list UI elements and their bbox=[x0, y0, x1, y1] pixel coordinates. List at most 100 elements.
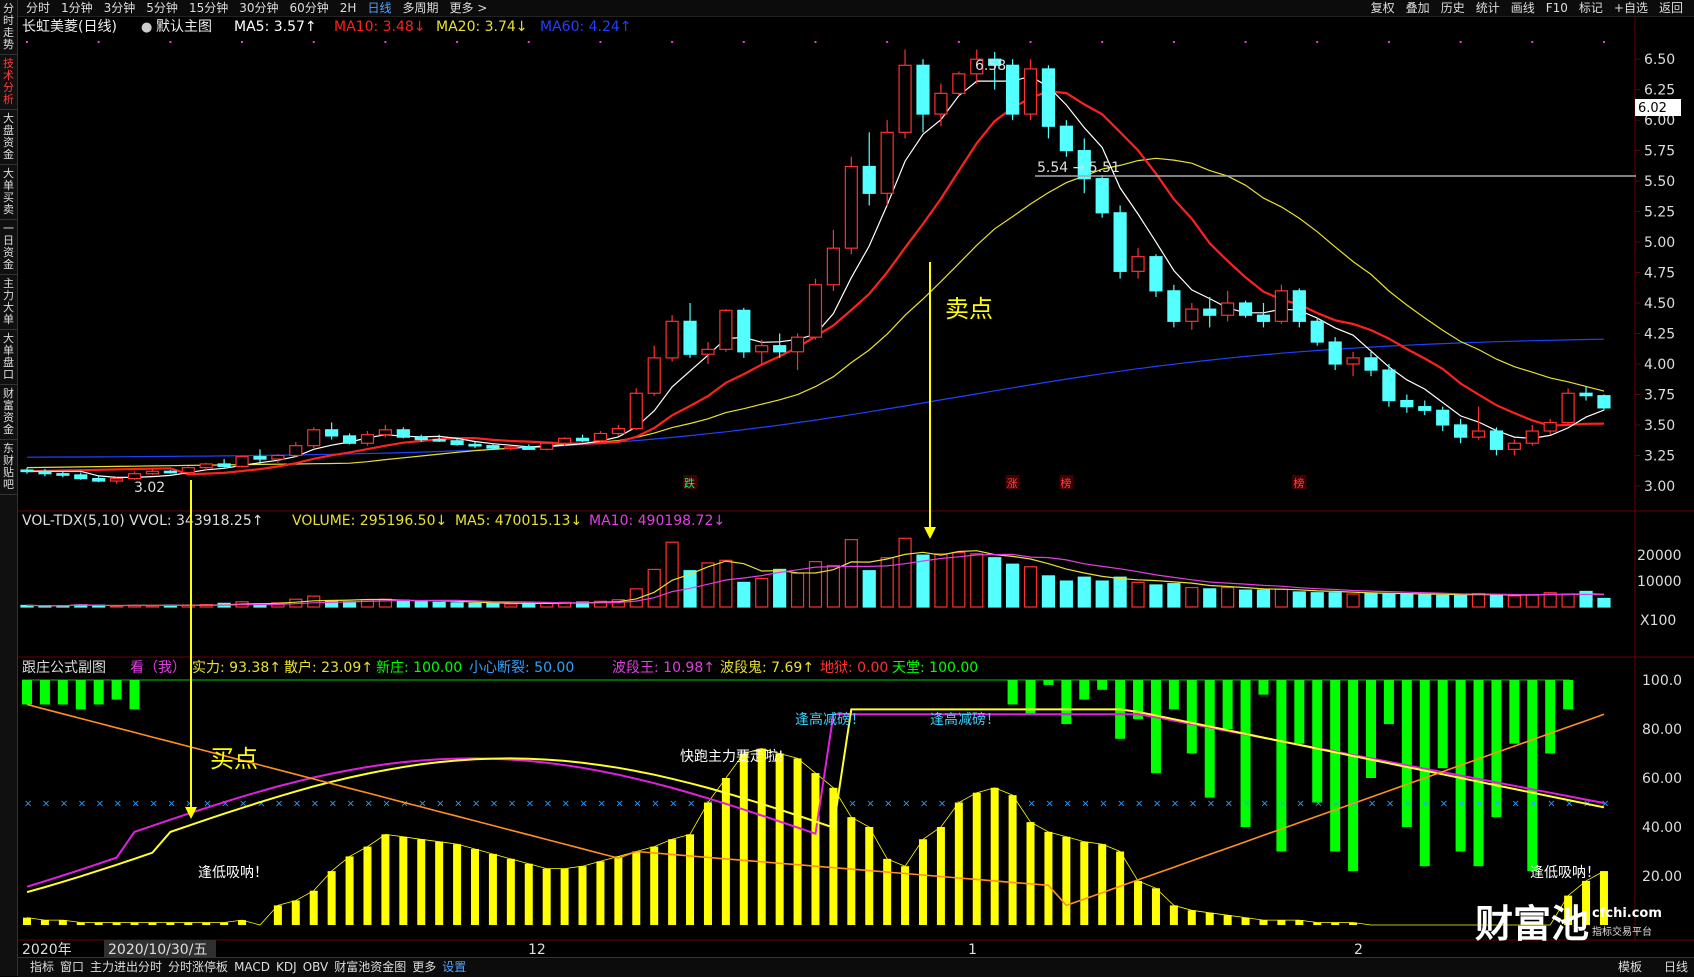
x-marker: × bbox=[1189, 799, 1197, 810]
main-tick-label: 3.75 bbox=[1644, 387, 1675, 403]
vol-ma5: MA5: 470015.13↓ bbox=[455, 513, 582, 529]
green-bar bbox=[129, 680, 140, 710]
x-marker: × bbox=[1117, 799, 1125, 810]
signal-dot bbox=[742, 41, 745, 43]
x-marker: × bbox=[1493, 799, 1501, 810]
x-marker: × bbox=[60, 799, 68, 810]
volume-bar bbox=[647, 568, 661, 608]
ind-tick-label: 40.00 bbox=[1642, 820, 1682, 836]
volume-bar bbox=[1561, 593, 1575, 608]
volume-bar bbox=[1400, 593, 1414, 608]
toolbar-action-0[interactable]: 复权 bbox=[1371, 1, 1395, 15]
bottom-tab-7[interactable]: 财富池资金图 bbox=[334, 960, 406, 974]
candle-body bbox=[1418, 406, 1432, 411]
green-bar bbox=[1222, 680, 1233, 729]
period-tab-2[interactable]: 3分钟 bbox=[104, 1, 136, 15]
volume-bar bbox=[1364, 592, 1378, 608]
bottom-tab-3[interactable]: 分时涨停板 bbox=[168, 960, 228, 974]
x-marker: × bbox=[329, 799, 337, 810]
candle-body bbox=[1453, 424, 1468, 438]
toolbar-action-6[interactable]: 标记 bbox=[1579, 1, 1603, 15]
green-bar bbox=[1527, 680, 1538, 872]
yellow-bar bbox=[865, 827, 874, 925]
template-button[interactable]: 模板 bbox=[1618, 960, 1642, 974]
x-marker: × bbox=[382, 799, 390, 810]
green-bar bbox=[93, 680, 104, 705]
x-marker: × bbox=[866, 799, 874, 810]
bottom-tab-4[interactable]: MACD bbox=[234, 960, 270, 974]
candle-body bbox=[1489, 430, 1504, 450]
green-bar bbox=[1186, 680, 1197, 754]
volume-bar bbox=[970, 553, 984, 608]
bottom-tab-0[interactable]: 指标 bbox=[30, 960, 54, 974]
period-tab-0[interactable]: 分时 bbox=[26, 1, 50, 15]
volume-bar bbox=[1113, 576, 1127, 608]
volume-bar bbox=[1023, 566, 1038, 608]
volume-bar bbox=[1382, 593, 1396, 608]
x-marker: × bbox=[902, 799, 910, 810]
candle-body bbox=[611, 428, 625, 435]
candle-body bbox=[450, 440, 464, 446]
stock-title: 长虹美菱(日线) bbox=[22, 19, 117, 35]
candle-body bbox=[1274, 290, 1289, 322]
yellow-bar bbox=[291, 900, 300, 925]
stock-chart[interactable]: 跌 涨 榜 榜 × × × × × × × × × × × × × × × × × × × × × × × × × × × × × × × × × × ×… bbox=[0, 17, 1694, 958]
period-tab-1[interactable]: 1分钟 bbox=[61, 1, 93, 15]
bottom-tab-8[interactable]: 更多 bbox=[412, 960, 436, 974]
candle-body bbox=[773, 345, 787, 353]
bottom-tab-1[interactable]: 窗口 bbox=[60, 960, 84, 974]
signal-dot bbox=[384, 41, 387, 43]
period-tab-3[interactable]: 5分钟 bbox=[146, 1, 178, 15]
candle-body bbox=[737, 309, 751, 353]
volume-bar bbox=[1436, 594, 1450, 608]
yellow-bar bbox=[112, 922, 121, 925]
candle-body bbox=[755, 345, 769, 353]
yellow-bar bbox=[650, 846, 659, 925]
bottom-tab-5[interactable]: KDJ bbox=[276, 960, 297, 974]
candle-body bbox=[199, 463, 213, 469]
toolbar-action-1[interactable]: 叠加 bbox=[1406, 1, 1430, 15]
volume-bar bbox=[1489, 594, 1504, 608]
candle-body bbox=[56, 473, 70, 476]
x-marker: × bbox=[1225, 799, 1233, 810]
bottom-tab-6[interactable]: OBV bbox=[303, 960, 329, 974]
period-tab-4[interactable]: 15分钟 bbox=[189, 1, 228, 15]
green-bar bbox=[1437, 680, 1448, 769]
signal-dot bbox=[1602, 41, 1605, 43]
period-tab-9[interactable]: 多周期 bbox=[402, 1, 438, 15]
yellow-bar bbox=[632, 851, 641, 925]
toolbar-action-8[interactable]: 返回 bbox=[1659, 1, 1683, 15]
toolbar-action-2[interactable]: 历史 bbox=[1441, 1, 1465, 15]
signal-dot bbox=[169, 41, 172, 43]
yellow-bar bbox=[202, 922, 211, 925]
volume-bar bbox=[737, 581, 751, 608]
toolbar-action-4[interactable]: 画线 bbox=[1511, 1, 1535, 15]
green-bar bbox=[1348, 680, 1359, 872]
period-tab-6[interactable]: 60分钟 bbox=[290, 1, 329, 15]
bottom-tab-9[interactable]: 设置 bbox=[442, 960, 466, 974]
period-button[interactable]: 日线 bbox=[1664, 960, 1688, 974]
candle-body bbox=[934, 92, 948, 115]
volume-bar bbox=[1453, 594, 1468, 608]
period-tab-8[interactable]: 日线 bbox=[367, 1, 391, 15]
volume-bar bbox=[773, 568, 787, 608]
period-tab-5[interactable]: 30分钟 bbox=[239, 1, 278, 15]
toolbar-action-7[interactable]: +自选 bbox=[1614, 1, 1648, 15]
bottom-tab-2[interactable]: 主力进出分时 bbox=[90, 960, 162, 974]
period-tab-10[interactable]: 更多 > bbox=[449, 1, 487, 15]
volume-bar bbox=[396, 599, 410, 608]
price-line-label: 5.54 → 5.51 bbox=[1037, 160, 1120, 176]
yellow-bar bbox=[757, 748, 766, 925]
candle-body bbox=[1525, 430, 1539, 444]
toolbar-action-5[interactable]: F10 bbox=[1546, 1, 1568, 15]
yellow-bar bbox=[130, 922, 139, 925]
period-tab-7[interactable]: 2H bbox=[340, 1, 357, 15]
x-marker: × bbox=[436, 799, 444, 810]
buy-label: 买点 bbox=[210, 745, 258, 773]
volume-bar bbox=[432, 601, 446, 608]
yellow-bar bbox=[363, 846, 372, 925]
volume-bar bbox=[1418, 593, 1432, 608]
signal-dot bbox=[456, 41, 459, 43]
toolbar-action-3[interactable]: 统计 bbox=[1476, 1, 1500, 15]
candle-body bbox=[414, 436, 428, 441]
